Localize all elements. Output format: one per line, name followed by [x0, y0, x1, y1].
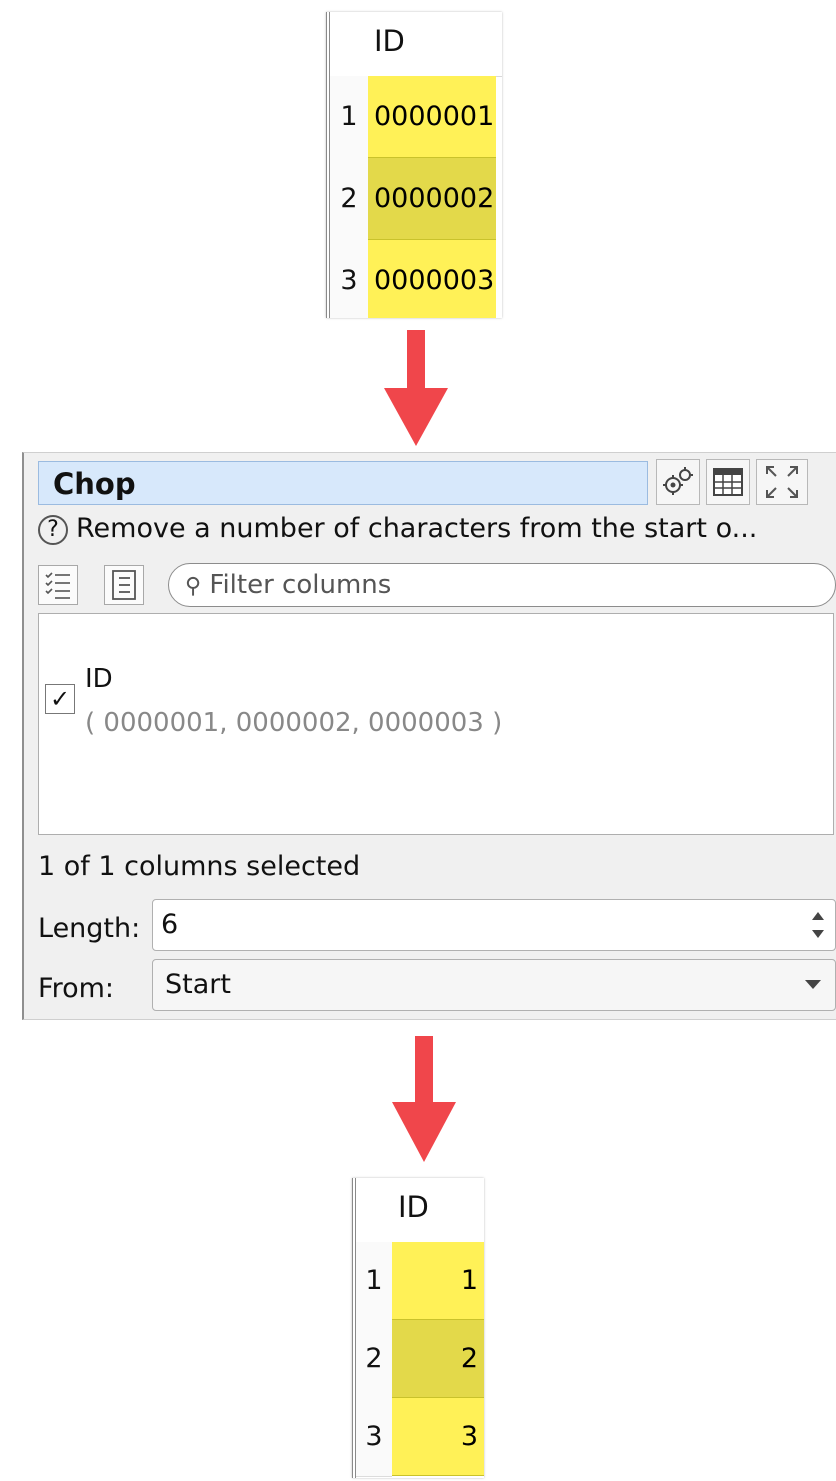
from-label: From:: [38, 973, 114, 1004]
expand-icon: [766, 466, 798, 498]
row-number: 1: [330, 76, 368, 159]
description-text: Remove a number of characters from the s…: [76, 513, 758, 544]
table-cell: 0000002: [368, 158, 496, 240]
dialog-title: Chop: [38, 461, 648, 505]
table-cell: 0000001: [368, 76, 496, 158]
column-name: ID: [85, 664, 113, 694]
output-table: ID 1 1 2 2 3 3: [352, 1178, 484, 1478]
length-value: 6: [161, 909, 179, 940]
row-number: 3: [356, 1398, 392, 1477]
dialog-description: ? Remove a number of characters from the …: [38, 513, 757, 545]
filter-placeholder: Filter columns: [209, 570, 392, 600]
length-label: Length:: [38, 913, 141, 944]
table-icon: [713, 468, 743, 496]
from-select[interactable]: Start: [152, 959, 836, 1011]
settings-button[interactable]: [656, 459, 700, 505]
column-list[interactable]: ✓ ID ( 0000001, 0000002, 0000003 ): [38, 613, 834, 835]
table-header: ID: [330, 12, 502, 77]
column-header-id: ID: [374, 24, 405, 58]
column-checkbox[interactable]: ✓: [45, 684, 75, 714]
column-header-id: ID: [398, 1190, 429, 1224]
column-sample-values: ( 0000001, 0000002, 0000003 ): [85, 708, 503, 738]
input-table: ID 1 0000001 2 0000002 3 0000003: [326, 12, 502, 318]
table-view-button[interactable]: [706, 459, 750, 505]
row-number: 2: [330, 158, 368, 241]
chop-dialog: Chop ? Remove a number of characters from…: [22, 452, 836, 1020]
list-icon: [112, 570, 136, 600]
table-cell: 3: [392, 1398, 484, 1476]
chevron-down-icon: [805, 980, 821, 989]
table-header: ID: [356, 1178, 484, 1243]
checklist-icon: [45, 572, 70, 599]
table-cell: 2: [392, 1320, 484, 1398]
filter-columns-input[interactable]: ⚲ Filter columns: [168, 563, 836, 607]
spinner-arrows-icon[interactable]: [811, 906, 825, 944]
select-all-button[interactable]: [38, 565, 78, 605]
down-arrow-icon: [392, 1036, 456, 1162]
deselect-all-button[interactable]: [104, 565, 144, 605]
selected-count: 1 of 1 columns selected: [38, 851, 361, 882]
table-cell: 0000003: [368, 240, 496, 318]
search-icon: ⚲: [185, 574, 202, 599]
table-cell: 1: [392, 1242, 484, 1320]
row-number: 3: [330, 240, 368, 318]
maximize-button[interactable]: [756, 459, 808, 505]
from-value: Start: [165, 969, 231, 1000]
row-number: 2: [356, 1320, 392, 1399]
help-icon[interactable]: ?: [38, 514, 68, 545]
down-arrow-icon: [384, 330, 448, 446]
row-number: 1: [356, 1242, 392, 1321]
length-input[interactable]: 6: [152, 899, 836, 951]
gears-icon: [663, 467, 693, 495]
